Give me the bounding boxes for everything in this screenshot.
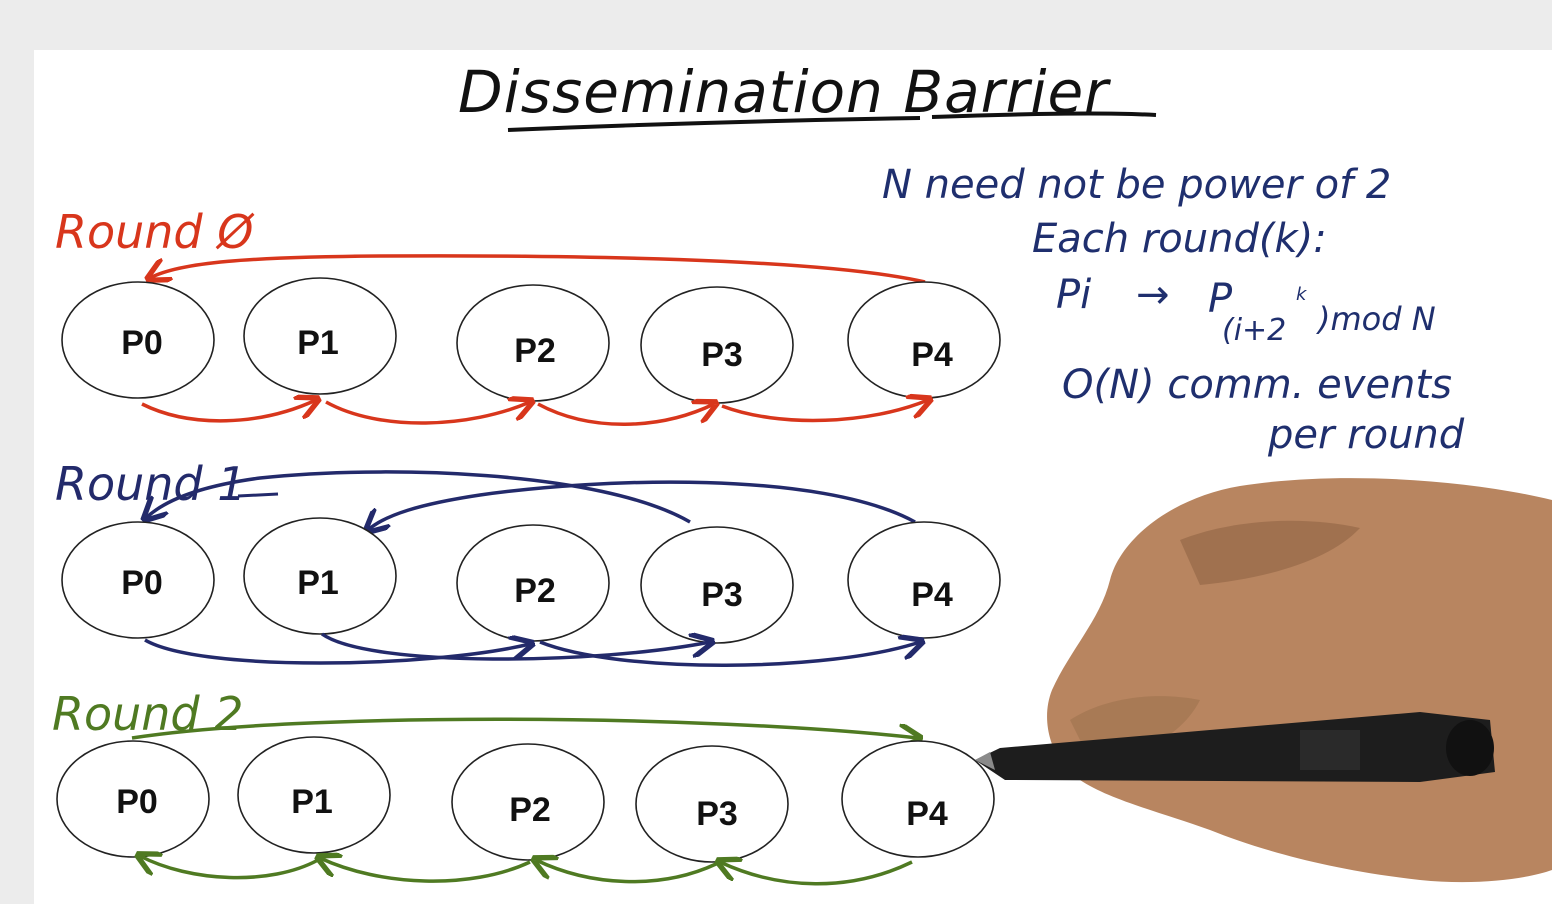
- round-1-node-p1-label: P1: [297, 564, 339, 602]
- round-0-node-p0-label: P0: [121, 324, 163, 362]
- note-complexity: O(N) comm. events: [1062, 362, 1452, 408]
- round-2-node-p0-label: P0: [116, 783, 158, 821]
- note-power-of-two: N need not be power of 2: [882, 162, 1391, 208]
- formula-arrow: →: [1136, 272, 1170, 318]
- note-per-round: per round: [1267, 412, 1465, 458]
- round-1-node-p2-label: P2: [514, 572, 556, 610]
- diagram-svg: Dissemination Barrier Round Ø P0 P1 P2 P…: [34, 50, 1552, 904]
- dissemination-barrier-canvas: Dissemination Barrier Round Ø P0 P1 P2 P…: [0, 0, 1552, 904]
- formula-from: Pi: [1056, 272, 1091, 318]
- round-0-node-p2-label: P2: [514, 332, 556, 370]
- round-2-node-p1-label: P1: [291, 783, 333, 821]
- round-0-node-p3-label: P3: [701, 336, 743, 374]
- round-0-label: Round Ø: [55, 205, 255, 259]
- round-1-node-p4-label: P4: [911, 576, 953, 614]
- round-0-node-p1-label: P1: [297, 324, 339, 362]
- round-1-node-p0-label: P0: [121, 564, 163, 602]
- round-2-node-p4-label: P4: [906, 795, 948, 833]
- round-1-node-p3-label: P3: [701, 576, 743, 614]
- formula-exponent: k: [1296, 284, 1308, 305]
- round-2-node-p3-label: P3: [696, 795, 738, 833]
- round-0-node-p4-label: P4: [911, 336, 953, 374]
- note-each-round: Each round(k):: [1032, 216, 1327, 262]
- round-2-node-p2-label: P2: [509, 791, 551, 829]
- formula-subscript: (i+2: [1222, 313, 1286, 348]
- pen-grip: [1300, 730, 1360, 770]
- round-1-underline: [237, 492, 279, 498]
- round-2-label: Round 2: [52, 687, 244, 741]
- formula-tail: )mod N: [1316, 300, 1436, 338]
- pen-cap: [1446, 720, 1494, 776]
